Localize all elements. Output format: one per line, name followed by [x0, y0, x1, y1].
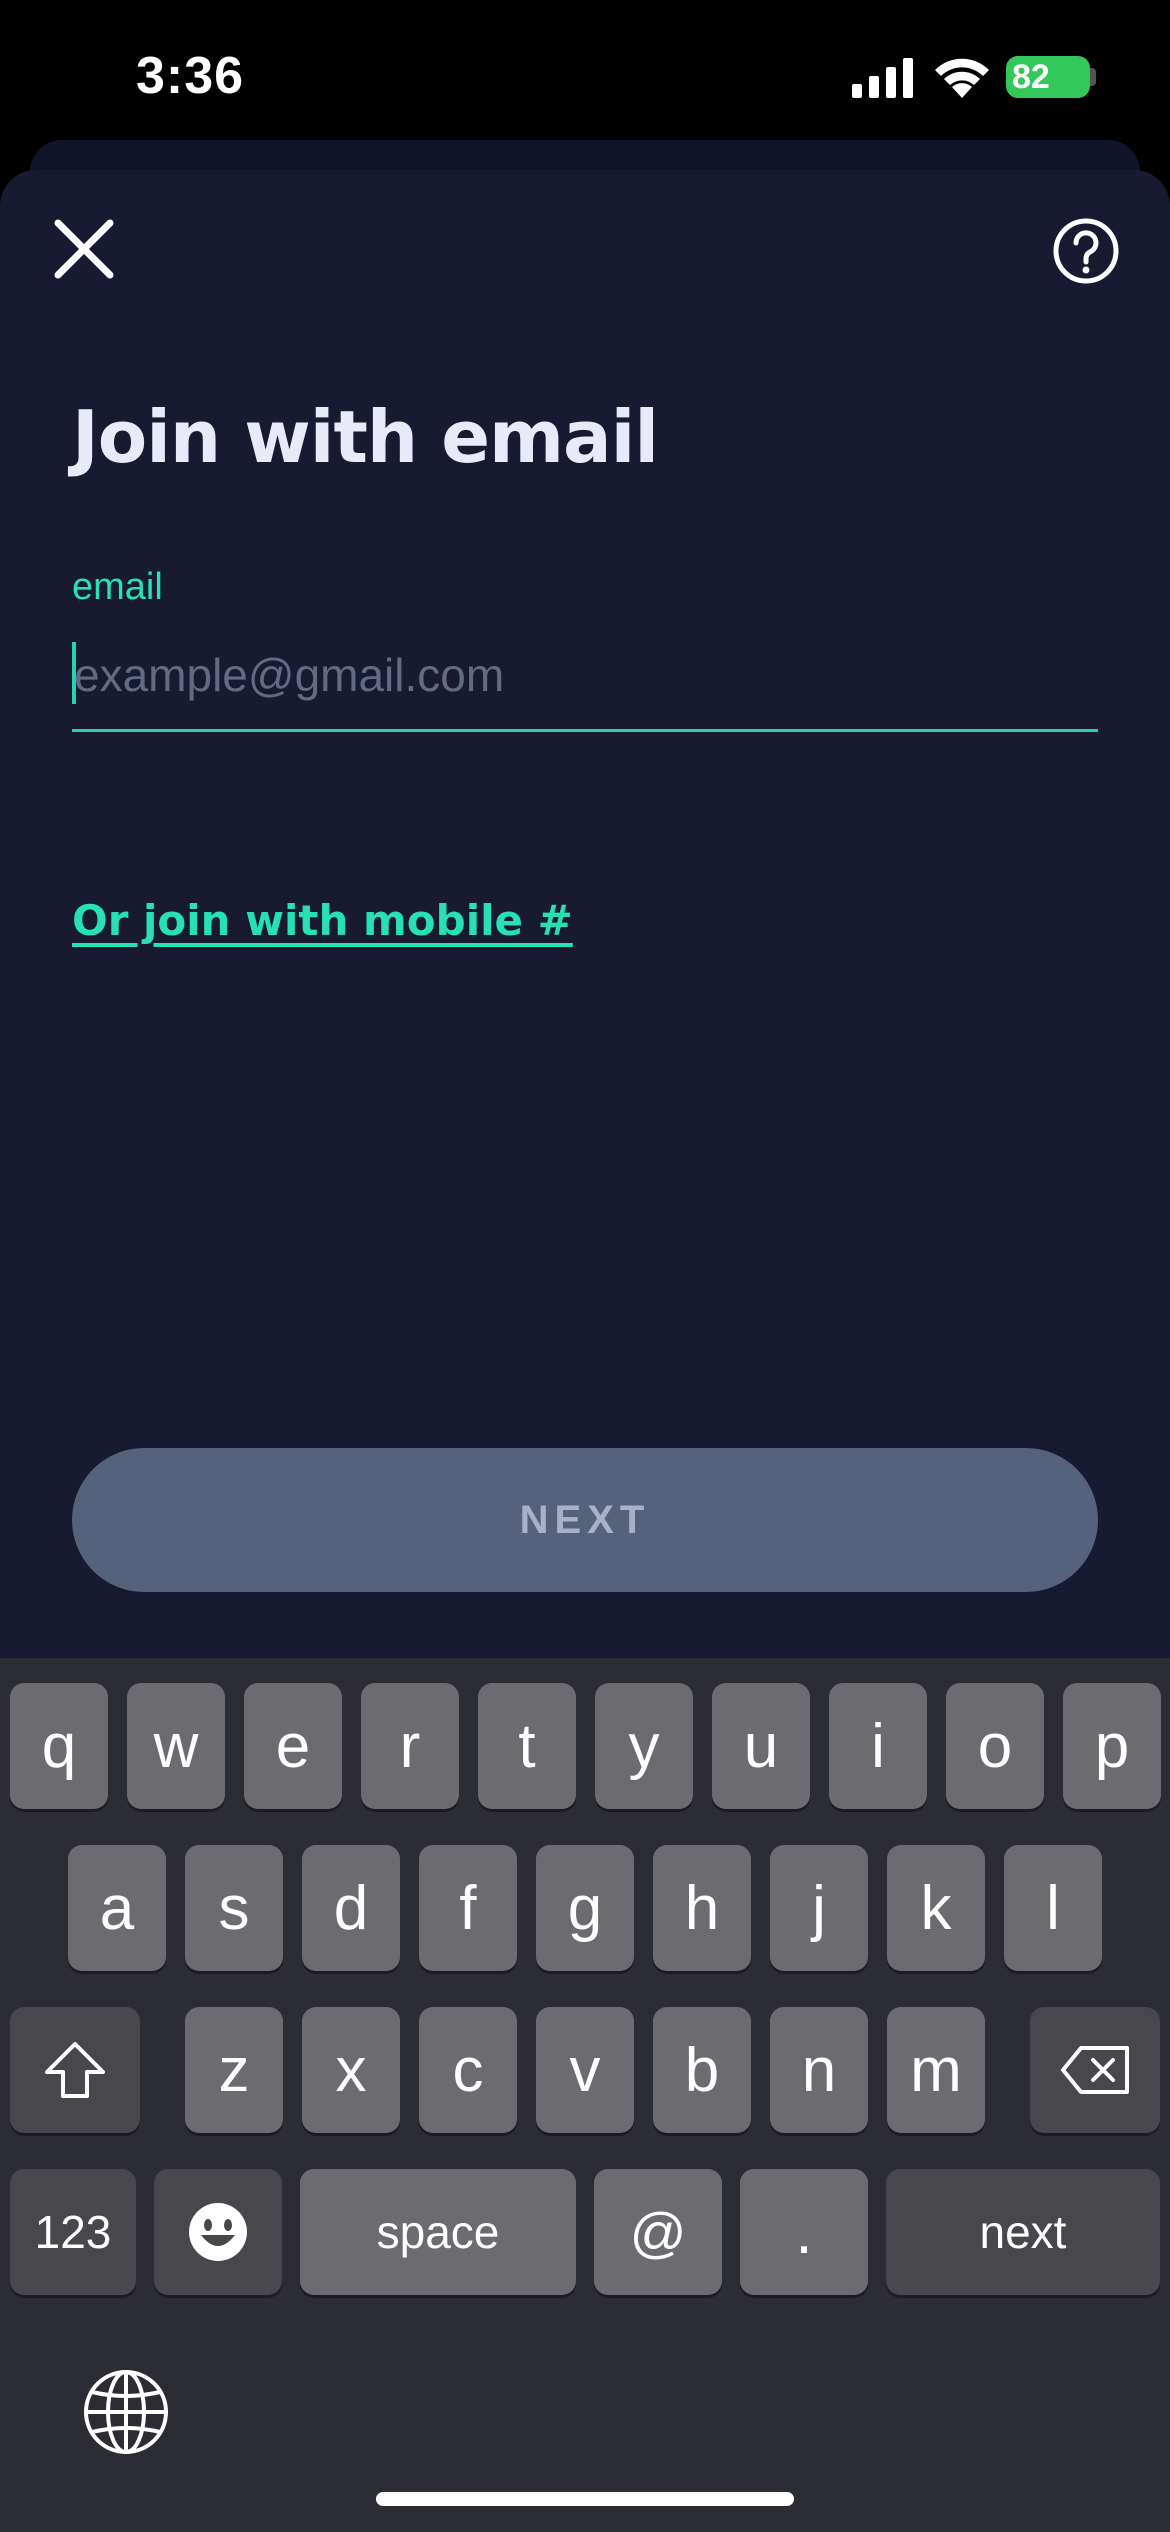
shift-icon	[45, 2042, 105, 2098]
close-button[interactable]	[40, 205, 128, 293]
key-x[interactable]: x	[302, 2007, 400, 2133]
key-b[interactable]: b	[653, 2007, 751, 2133]
key-m[interactable]: m	[887, 2007, 985, 2133]
cellular-signal-icon	[852, 58, 913, 98]
key-u[interactable]: u	[712, 1683, 810, 1809]
shift-key[interactable]	[10, 2007, 140, 2133]
key-i[interactable]: i	[829, 1683, 927, 1809]
key-t[interactable]: t	[478, 1683, 576, 1809]
wifi-icon	[935, 58, 989, 98]
backspace-key[interactable]	[1030, 2007, 1160, 2133]
key-a[interactable]: a	[68, 1845, 166, 1971]
help-button[interactable]	[1040, 205, 1132, 297]
key-z[interactable]: z	[185, 2007, 283, 2133]
key-j[interactable]: j	[770, 1845, 868, 1971]
numbers-key[interactable]: 123	[10, 2169, 136, 2295]
key-g[interactable]: g	[536, 1845, 634, 1971]
key-p[interactable]: p	[1063, 1683, 1161, 1809]
return-key[interactable]: next	[886, 2169, 1160, 2295]
help-icon	[1053, 218, 1119, 284]
key-v[interactable]: v	[536, 2007, 634, 2133]
key-e[interactable]: e	[244, 1683, 342, 1809]
emoji-icon	[189, 2203, 247, 2261]
key-h[interactable]: h	[653, 1845, 751, 1971]
space-key[interactable]: space	[300, 2169, 576, 2295]
home-indicator[interactable]	[376, 2492, 794, 2506]
key-d[interactable]: d	[302, 1845, 400, 1971]
globe-icon	[84, 2370, 168, 2454]
key-l[interactable]: l	[1004, 1845, 1102, 1971]
join-with-mobile-link[interactable]: Or join with mobile #	[72, 896, 573, 945]
key-f[interactable]: f	[419, 1845, 517, 1971]
period-key[interactable]: .	[740, 2169, 868, 2295]
globe-button[interactable]	[80, 2366, 172, 2458]
emoji-key[interactable]	[154, 2169, 282, 2295]
status-time: 3:36	[136, 47, 245, 105]
close-icon	[54, 219, 114, 279]
email-label: email	[72, 566, 163, 608]
key-y[interactable]: y	[595, 1683, 693, 1809]
battery-level: 82	[1012, 58, 1050, 96]
key-q[interactable]: q	[10, 1683, 108, 1809]
key-w[interactable]: w	[127, 1683, 225, 1809]
key-o[interactable]: o	[946, 1683, 1044, 1809]
battery-cap	[1090, 68, 1096, 86]
key-r[interactable]: r	[361, 1683, 459, 1809]
key-c[interactable]: c	[419, 2007, 517, 2133]
email-field[interactable]	[72, 630, 1098, 732]
status-bar: 3:36 82	[0, 0, 1170, 150]
key-s[interactable]: s	[185, 1845, 283, 1971]
next-button[interactable]: NEXT	[72, 1448, 1098, 1592]
backspace-icon	[1061, 2046, 1129, 2094]
key-n[interactable]: n	[770, 2007, 868, 2133]
at-key[interactable]: @	[594, 2169, 722, 2295]
key-k[interactable]: k	[887, 1845, 985, 1971]
page-title: Join with email	[72, 395, 659, 479]
email-input[interactable]	[74, 630, 1094, 720]
